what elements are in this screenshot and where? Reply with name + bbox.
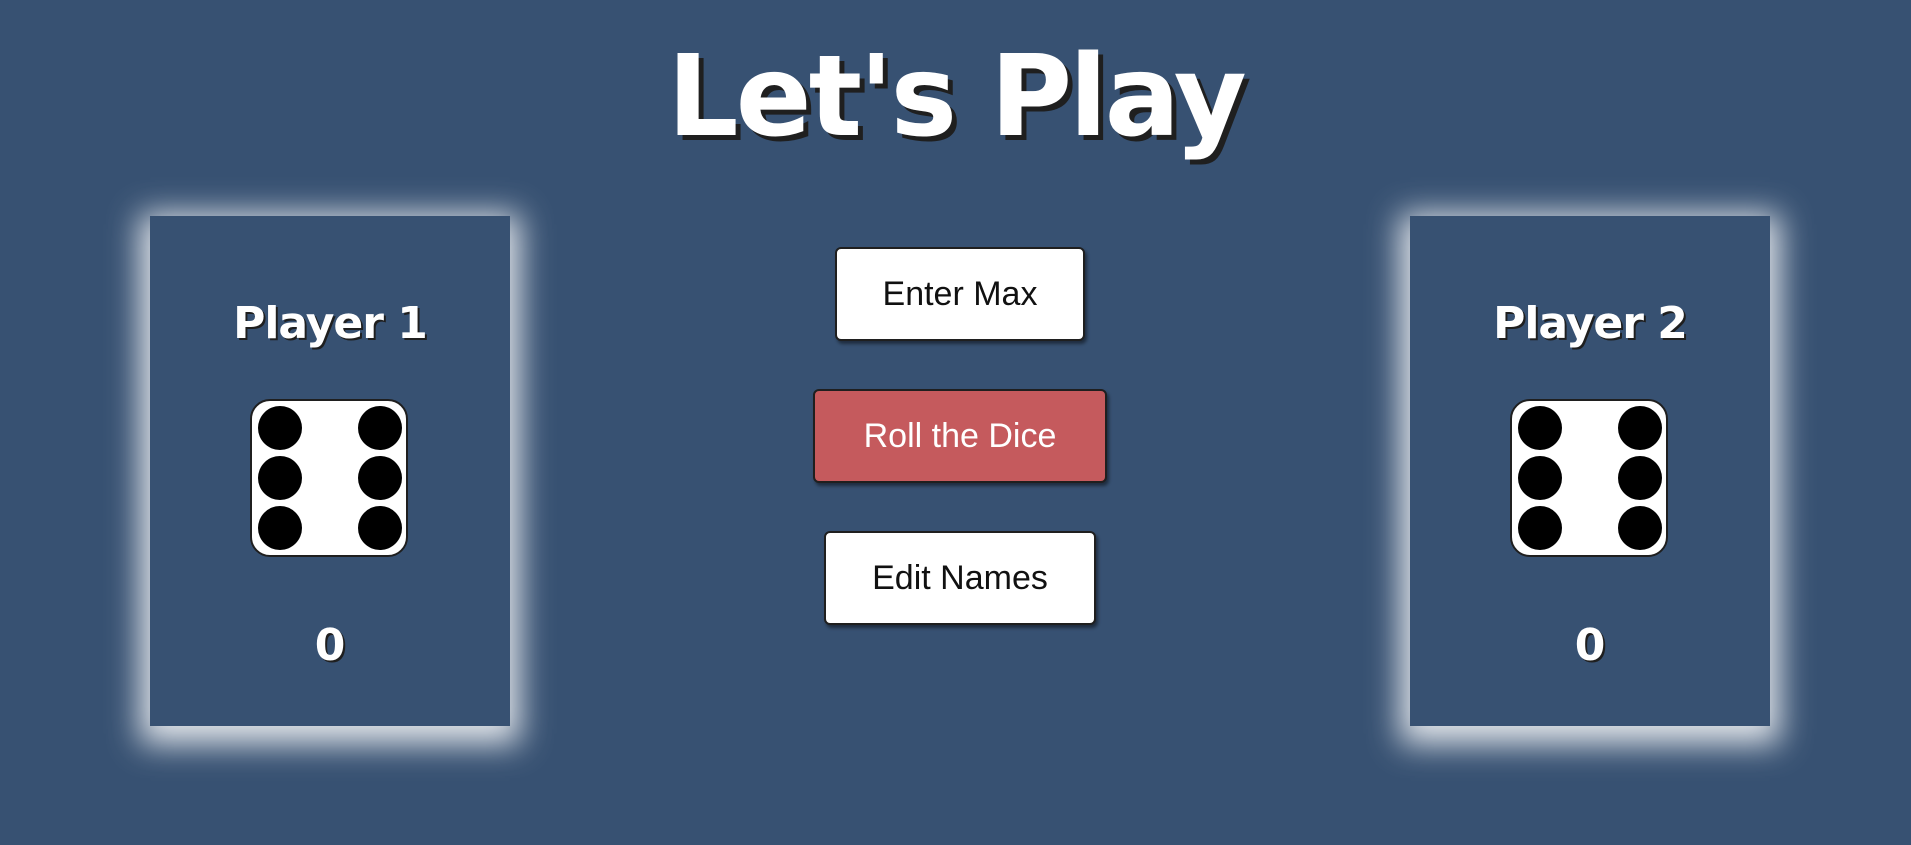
dice-six-icon	[250, 399, 408, 557]
enter-max-button[interactable]: Enter Max	[835, 247, 1085, 341]
page-title: Let's Play	[667, 32, 1246, 162]
edit-names-button[interactable]: Edit Names	[824, 531, 1096, 625]
roll-dice-button[interactable]: Roll the Dice	[813, 389, 1107, 483]
player-2-name: Player 2	[1493, 298, 1688, 349]
player-2-card: Player 2 0	[1410, 216, 1770, 726]
player-1-card: Player 1 0	[150, 216, 510, 726]
dice-six-icon	[1510, 399, 1668, 557]
player-1-name: Player 1	[233, 298, 428, 349]
player-2-score: 0	[1574, 620, 1606, 671]
player-1-score: 0	[314, 620, 346, 671]
